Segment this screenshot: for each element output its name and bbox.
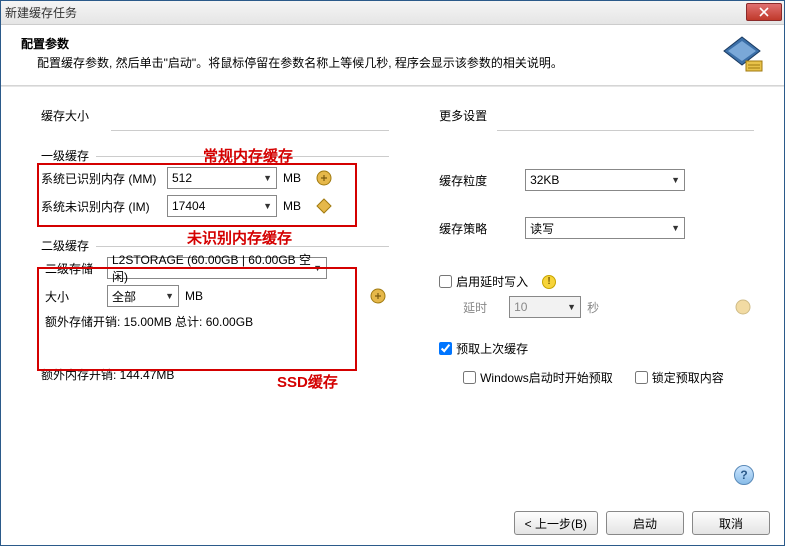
l2-storage-value: L2STORAGE (60.00GB | 60.00GB 空闲) [112,251,313,285]
preload-options-row: Windows启动时开始预取 锁定预取内容 [463,363,754,392]
l2-size-value: 全部 [112,288,136,305]
l2-separator [96,246,389,247]
delay-unit: 秒 [587,299,611,316]
dropdown-arrow-icon: ▼ [263,201,272,211]
l2-size-combo[interactable]: 全部 ▼ [107,285,179,307]
granularity-label: 缓存粒度 [439,172,519,189]
header: 配置参数 配置缓存参数, 然后单击"启动"。将鼠标停留在参数名称上等候几秒, 程… [1,25,784,81]
defer-write-label: 启用延时写入 [456,273,528,290]
defer-write-checkbox[interactable] [439,275,452,288]
close-button[interactable] [746,3,782,21]
delay-row: 延时 10 ▼ 秒 [463,296,754,318]
preload-label: 预取上次缓存 [456,340,528,357]
im-value-combo[interactable]: 17404 ▼ [167,195,277,217]
policy-value: 读写 [530,220,554,237]
im-fill-button[interactable] [313,195,335,217]
im-row: 系统未识别内存 (IM) 17404 ▼ MB [41,195,389,217]
im-value: 17404 [172,199,205,213]
delay-combo: 10 ▼ [509,296,581,318]
footer-buttons: < 上一步(B) 启动 取消 [514,511,770,535]
wizard-icon [720,35,764,75]
dropdown-arrow-icon: ▼ [263,173,272,183]
dropdown-arrow-icon: ▼ [567,302,576,312]
preload-on-boot-checkbox[interactable] [463,371,476,384]
cache-size-label: 缓存大小 [41,107,389,124]
delay-value: 10 [514,300,527,314]
l2-size-label: 大小 [41,288,101,305]
mm-fill-button[interactable] [313,167,335,189]
l2-storage-row: 二级存储 L2STORAGE (60.00GB | 60.00GB 空闲) ▼ [41,257,389,279]
mm-value: 512 [172,171,192,185]
lock-preload-row: 锁定预取内容 [635,369,724,386]
cache-size-group: 缓存大小 一级缓存 系统已识别内存 (MM) 512 ▼ MB 系统未识别内存 … [41,107,389,398]
l1-separator [96,156,389,157]
cancel-button[interactable]: 取消 [692,511,770,535]
l2-size-row: 大小 全部 ▼ MB [41,285,389,307]
policy-label: 缓存策略 [439,220,519,237]
policy-row: 缓存策略 读写 ▼ [439,217,754,239]
header-description: 配置缓存参数, 然后单击"启动"。将鼠标停留在参数名称上等候几秒, 程序会显示该… [21,54,720,71]
mm-row: 系统已识别内存 (MM) 512 ▼ MB [41,167,389,189]
help-button[interactable]: ? [734,465,754,485]
preload-on-boot-label: Windows启动时开始预取 [480,369,613,386]
dialog-window: 新建缓存任务 配置参数 配置缓存参数, 然后单击"启动"。将鼠标停留在参数名称上… [0,0,785,546]
dropdown-arrow-icon: ▼ [671,223,680,233]
defer-write-checkbox-row: 启用延时写入 ! [439,273,754,290]
warning-icon: ! [542,275,556,289]
lock-preload-checkbox[interactable] [635,371,648,384]
l2-fill-button[interactable] [367,285,389,307]
titlebar: 新建缓存任务 [1,1,784,25]
dropdown-arrow-icon: ▼ [165,291,174,301]
window-title: 新建缓存任务 [5,4,77,21]
preload-on-boot-row: Windows启动时开始预取 [463,369,613,386]
policy-combo[interactable]: 读写 ▼ [525,217,685,239]
start-button[interactable]: 启动 [606,511,684,535]
header-title: 配置参数 [21,35,720,52]
content-area: 缓存大小 一级缓存 系统已识别内存 (MM) 512 ▼ MB 系统未识别内存 … [1,87,784,408]
delay-action-button [732,296,754,318]
delay-label: 延时 [463,299,503,316]
group-separator [497,130,754,131]
preload-checkbox-row: 预取上次缓存 [439,340,754,357]
preload-checkbox[interactable] [439,342,452,355]
im-label: 系统未识别内存 (IM) [41,198,161,215]
granularity-row: 缓存粒度 32KB ▼ [439,169,754,191]
granularity-value: 32KB [530,173,559,187]
l2-storage-combo[interactable]: L2STORAGE (60.00GB | 60.00GB 空闲) ▼ [107,257,327,279]
header-text: 配置参数 配置缓存参数, 然后单击"启动"。将鼠标停留在参数名称上等候几秒, 程… [21,35,720,71]
mm-unit: MB [283,171,307,185]
more-settings-group: 更多设置 缓存粒度 32KB ▼ 缓存策略 读写 ▼ [439,107,754,398]
extra-mem-overhead: 额外内存开销: 144.47MB [37,366,389,383]
back-button[interactable]: < 上一步(B) [514,511,598,535]
lock-preload-label: 锁定预取内容 [652,369,724,386]
dropdown-arrow-icon: ▼ [671,175,680,185]
more-settings-label: 更多设置 [439,107,754,124]
im-unit: MB [283,199,307,213]
l2-overhead-text: 额外存储开销: 15.00MB 总计: 60.00GB [41,313,389,330]
group-separator [111,130,389,131]
dropdown-arrow-icon: ▼ [313,263,322,273]
mm-label: 系统已识别内存 (MM) [41,170,161,187]
mm-value-combo[interactable]: 512 ▼ [167,167,277,189]
l2-storage-label: 二级存储 [41,260,101,277]
l2-size-unit: MB [185,289,209,303]
granularity-combo[interactable]: 32KB ▼ [525,169,685,191]
